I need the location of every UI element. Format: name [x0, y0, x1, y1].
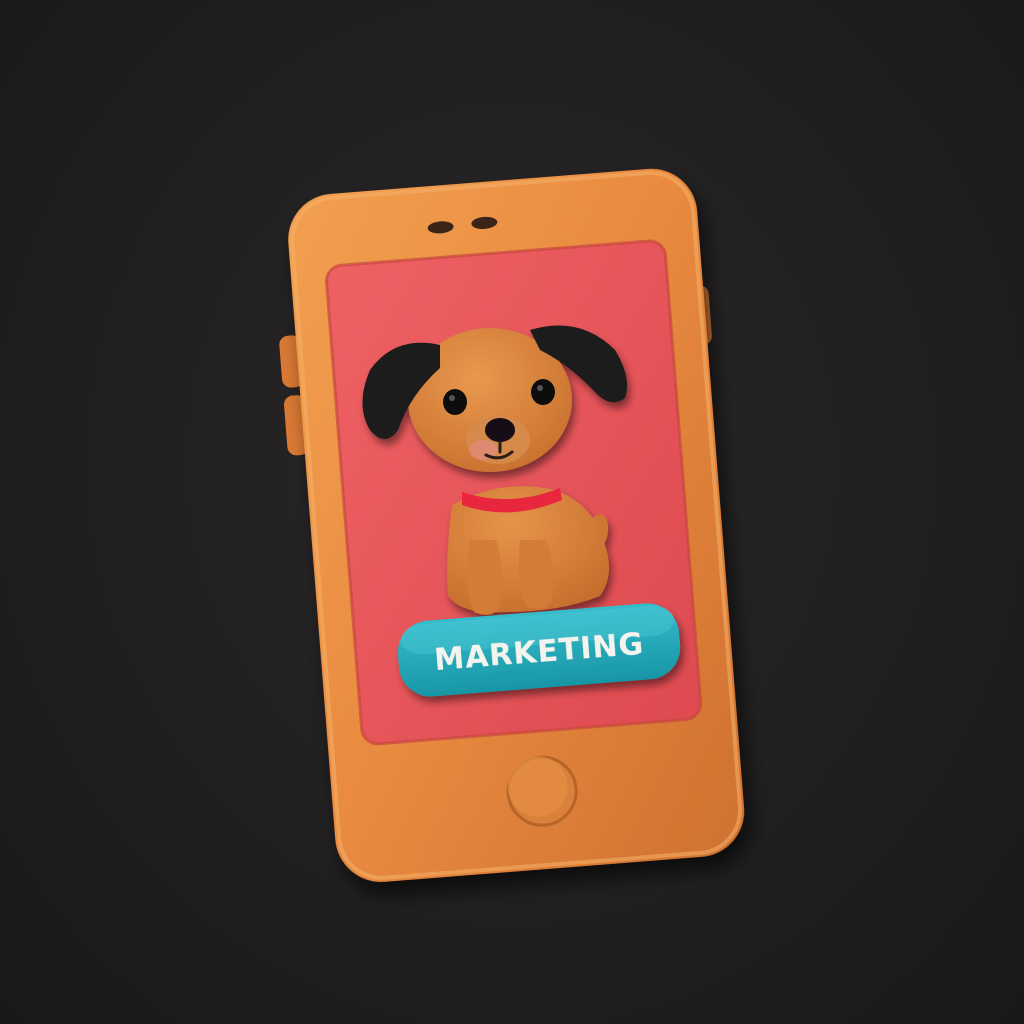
- puppy-leg-left: [466, 540, 502, 615]
- clay-phone-scene: MARKETING: [0, 0, 1024, 1024]
- scene-canvas: MARKETING: [279, 168, 745, 882]
- puppy-leg-right: [518, 540, 554, 609]
